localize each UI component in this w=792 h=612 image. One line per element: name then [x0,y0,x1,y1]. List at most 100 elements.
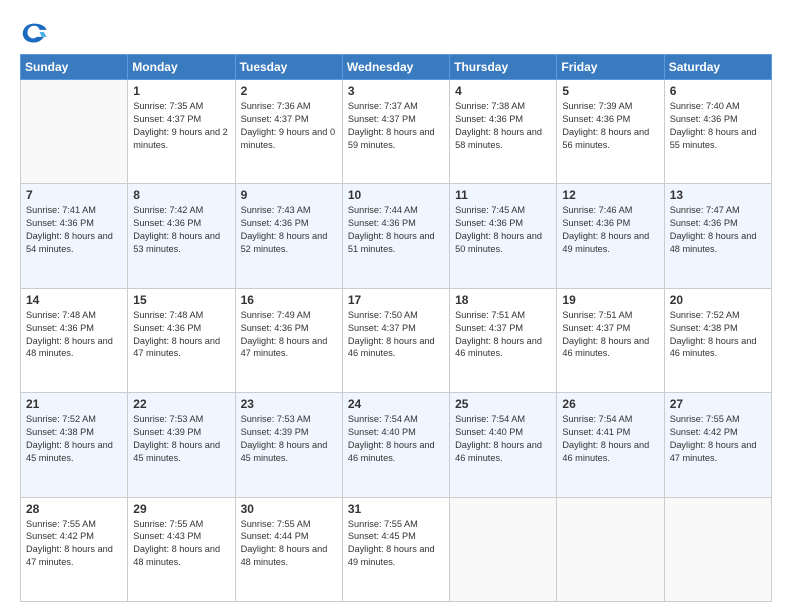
calendar-cell: 6 Sunrise: 7:40 AMSunset: 4:36 PMDaylight… [664,80,771,184]
calendar-cell: 2 Sunrise: 7:36 AMSunset: 4:37 PMDaylight… [235,80,342,184]
day-number: 16 [241,293,337,307]
cell-details: Sunrise: 7:36 AMSunset: 4:37 PMDaylight:… [241,100,337,152]
cell-details: Sunrise: 7:47 AMSunset: 4:36 PMDaylight:… [670,204,766,256]
day-number: 4 [455,84,551,98]
cell-details: Sunrise: 7:54 AMSunset: 4:40 PMDaylight:… [455,413,551,465]
calendar-cell: 11 Sunrise: 7:45 AMSunset: 4:36 PMDayligh… [450,184,557,288]
day-number: 17 [348,293,444,307]
cell-details: Sunrise: 7:37 AMSunset: 4:37 PMDaylight:… [348,100,444,152]
day-number: 7 [26,188,122,202]
calendar-cell: 12 Sunrise: 7:46 AMSunset: 4:36 PMDayligh… [557,184,664,288]
day-number: 30 [241,502,337,516]
day-number: 12 [562,188,658,202]
header [20,18,772,46]
calendar-cell: 24 Sunrise: 7:54 AMSunset: 4:40 PMDayligh… [342,393,449,497]
weekday-header: Sunday [21,55,128,80]
cell-details: Sunrise: 7:42 AMSunset: 4:36 PMDaylight:… [133,204,229,256]
calendar-cell: 20Sunrise: 7:52 AMSunset: 4:38 PMDayligh… [664,288,771,392]
cell-details: Sunrise: 7:50 AMSunset: 4:37 PMDaylight:… [348,309,444,361]
calendar-cell: 21 Sunrise: 7:52 AMSunset: 4:38 PMDayligh… [21,393,128,497]
day-number: 15 [133,293,229,307]
day-number: 21 [26,397,122,411]
day-number: 1 [133,84,229,98]
calendar-cell: 15 Sunrise: 7:48 AMSunset: 4:36 PMDayligh… [128,288,235,392]
cell-details: Sunrise: 7:55 AMSunset: 4:42 PMDaylight:… [26,518,122,570]
cell-details: Sunrise: 7:55 AMSunset: 4:45 PMDaylight:… [348,518,444,570]
day-number: 18 [455,293,551,307]
day-number: 19 [562,293,658,307]
cell-details: Sunrise: 7:55 AMSunset: 4:43 PMDaylight:… [133,518,229,570]
header-row: SundayMondayTuesdayWednesdayThursdayFrid… [21,55,772,80]
day-number: 9 [241,188,337,202]
cell-details: Sunrise: 7:40 AMSunset: 4:36 PMDaylight:… [670,100,766,152]
calendar-cell: 25 Sunrise: 7:54 AMSunset: 4:40 PMDayligh… [450,393,557,497]
calendar-week-row: 28 Sunrise: 7:55 AMSunset: 4:42 PMDayligh… [21,497,772,601]
calendar-week-row: 1Sunrise: 7:35 AMSunset: 4:37 PMDaylight… [21,80,772,184]
cell-details: Sunrise: 7:52 AMSunset: 4:38 PMDaylight:… [670,309,766,361]
calendar-week-row: 7Sunrise: 7:41 AMSunset: 4:36 PMDaylight… [21,184,772,288]
page: SundayMondayTuesdayWednesdayThursdayFrid… [0,0,792,612]
calendar-cell: 23 Sunrise: 7:53 AMSunset: 4:39 PMDayligh… [235,393,342,497]
calendar-cell: 29 Sunrise: 7:55 AMSunset: 4:43 PMDayligh… [128,497,235,601]
day-number: 28 [26,502,122,516]
cell-details: Sunrise: 7:51 AMSunset: 4:37 PMDaylight:… [562,309,658,361]
cell-details: Sunrise: 7:49 AMSunset: 4:36 PMDaylight:… [241,309,337,361]
day-number: 24 [348,397,444,411]
calendar-cell: 1Sunrise: 7:35 AMSunset: 4:37 PMDaylight… [128,80,235,184]
day-number: 10 [348,188,444,202]
cell-details: Sunrise: 7:39 AMSunset: 4:36 PMDaylight:… [562,100,658,152]
calendar-cell [664,497,771,601]
calendar-week-row: 14 Sunrise: 7:48 AMSunset: 4:36 PMDayligh… [21,288,772,392]
calendar-cell: 5 Sunrise: 7:39 AMSunset: 4:36 PMDaylight… [557,80,664,184]
calendar-cell: 22Sunrise: 7:53 AMSunset: 4:39 PMDayligh… [128,393,235,497]
logo-icon [20,18,48,46]
day-number: 25 [455,397,551,411]
calendar-cell: 17 Sunrise: 7:50 AMSunset: 4:37 PMDayligh… [342,288,449,392]
weekday-header: Wednesday [342,55,449,80]
day-number: 14 [26,293,122,307]
logo [20,18,50,46]
calendar-cell: 13 Sunrise: 7:47 AMSunset: 4:36 PMDayligh… [664,184,771,288]
cell-details: Sunrise: 7:48 AMSunset: 4:36 PMDaylight:… [133,309,229,361]
day-number: 5 [562,84,658,98]
cell-details: Sunrise: 7:53 AMSunset: 4:39 PMDaylight:… [241,413,337,465]
cell-details: Sunrise: 7:43 AMSunset: 4:36 PMDaylight:… [241,204,337,256]
day-number: 11 [455,188,551,202]
weekday-header: Saturday [664,55,771,80]
cell-details: Sunrise: 7:53 AMSunset: 4:39 PMDaylight:… [133,413,229,465]
calendar-cell: 27Sunrise: 7:55 AMSunset: 4:42 PMDayligh… [664,393,771,497]
day-number: 2 [241,84,337,98]
day-number: 6 [670,84,766,98]
calendar-cell: 28 Sunrise: 7:55 AMSunset: 4:42 PMDayligh… [21,497,128,601]
calendar-cell [450,497,557,601]
weekday-header: Monday [128,55,235,80]
cell-details: Sunrise: 7:55 AMSunset: 4:42 PMDaylight:… [670,413,766,465]
calendar-cell: 4 Sunrise: 7:38 AMSunset: 4:36 PMDaylight… [450,80,557,184]
calendar-cell: 31Sunrise: 7:55 AMSunset: 4:45 PMDayligh… [342,497,449,601]
day-number: 29 [133,502,229,516]
calendar-week-row: 21 Sunrise: 7:52 AMSunset: 4:38 PMDayligh… [21,393,772,497]
calendar-cell: 8 Sunrise: 7:42 AMSunset: 4:36 PMDaylight… [128,184,235,288]
calendar-cell [21,80,128,184]
cell-details: Sunrise: 7:46 AMSunset: 4:36 PMDaylight:… [562,204,658,256]
cell-details: Sunrise: 7:48 AMSunset: 4:36 PMDaylight:… [26,309,122,361]
day-number: 23 [241,397,337,411]
cell-details: Sunrise: 7:55 AMSunset: 4:44 PMDaylight:… [241,518,337,570]
day-number: 13 [670,188,766,202]
cell-details: Sunrise: 7:38 AMSunset: 4:36 PMDaylight:… [455,100,551,152]
calendar-cell [557,497,664,601]
calendar-cell: 26Sunrise: 7:54 AMSunset: 4:41 PMDayligh… [557,393,664,497]
weekday-header: Tuesday [235,55,342,80]
cell-details: Sunrise: 7:54 AMSunset: 4:40 PMDaylight:… [348,413,444,465]
calendar-cell: 19 Sunrise: 7:51 AMSunset: 4:37 PMDayligh… [557,288,664,392]
calendar-cell: 14 Sunrise: 7:48 AMSunset: 4:36 PMDayligh… [21,288,128,392]
calendar-cell: 9 Sunrise: 7:43 AMSunset: 4:36 PMDaylight… [235,184,342,288]
day-number: 8 [133,188,229,202]
weekday-header: Friday [557,55,664,80]
day-number: 3 [348,84,444,98]
cell-details: Sunrise: 7:52 AMSunset: 4:38 PMDaylight:… [26,413,122,465]
calendar-cell: 3 Sunrise: 7:37 AMSunset: 4:37 PMDaylight… [342,80,449,184]
calendar-cell: 10Sunrise: 7:44 AMSunset: 4:36 PMDayligh… [342,184,449,288]
cell-details: Sunrise: 7:45 AMSunset: 4:36 PMDaylight:… [455,204,551,256]
calendar-cell: 30 Sunrise: 7:55 AMSunset: 4:44 PMDayligh… [235,497,342,601]
